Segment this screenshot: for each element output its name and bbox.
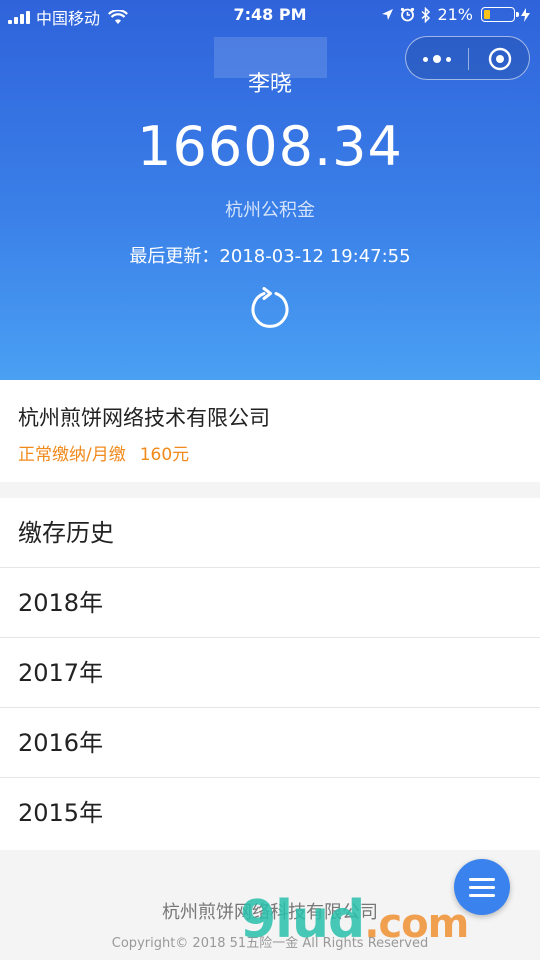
balance-amount: 16608.34 xyxy=(137,115,403,178)
history-year-2015[interactable]: 2015年 xyxy=(0,778,540,848)
more-dots-icon xyxy=(423,56,428,62)
employer-name: 杭州煎饼网络技术有限公司 xyxy=(18,406,270,430)
history-year-2017[interactable]: 2017年 xyxy=(0,638,540,708)
menu-fab-button[interactable] xyxy=(454,859,510,915)
charging-icon xyxy=(521,7,530,22)
payment-status-text: 正常缴纳/月缴 xyxy=(18,445,126,465)
user-name: 李晓 xyxy=(247,72,292,97)
history-year-2018[interactable]: 2018年 xyxy=(0,568,540,638)
menu-icon xyxy=(469,877,495,881)
history-title: 缴存历史 xyxy=(0,498,540,568)
watermark-suffix: .com xyxy=(364,901,469,947)
battery-level-fill xyxy=(484,10,490,19)
watermark-text: 9lud xyxy=(240,890,365,950)
site-watermark: 9lud.com xyxy=(240,890,469,950)
employer-card[interactable]: 杭州煎饼网络技术有限公司 正常缴纳/月缴 160元 xyxy=(0,380,540,482)
payment-status: 正常缴纳/月缴 160元 xyxy=(18,440,189,465)
update-time: 2018-03-12 19:47:55 xyxy=(219,246,411,267)
refresh-icon[interactable] xyxy=(248,287,292,331)
location-arrow-icon xyxy=(382,9,394,20)
status-bar: 中国移动 7:48 PM 21% xyxy=(0,0,540,32)
history-year-2016[interactable]: 2016年 xyxy=(0,708,540,778)
fund-label: 杭州公积金 xyxy=(225,200,315,221)
alarm-icon xyxy=(401,7,415,22)
last-update: 最后更新：2018-03-12 19:47:55 xyxy=(0,242,540,268)
battery-icon xyxy=(481,7,519,22)
payment-amount: 160元 xyxy=(139,445,190,465)
battery-percent: 21% xyxy=(437,5,473,24)
deposit-history: 缴存历史 2018年 2017年 2016年 2015年 xyxy=(0,498,540,850)
bluetooth-icon xyxy=(421,6,431,23)
account-header: 中国移动 7:48 PM 21% 李晓 16608.34 杭州公积金 最后更新：… xyxy=(0,0,540,380)
update-label: 最后更新： xyxy=(129,246,220,267)
